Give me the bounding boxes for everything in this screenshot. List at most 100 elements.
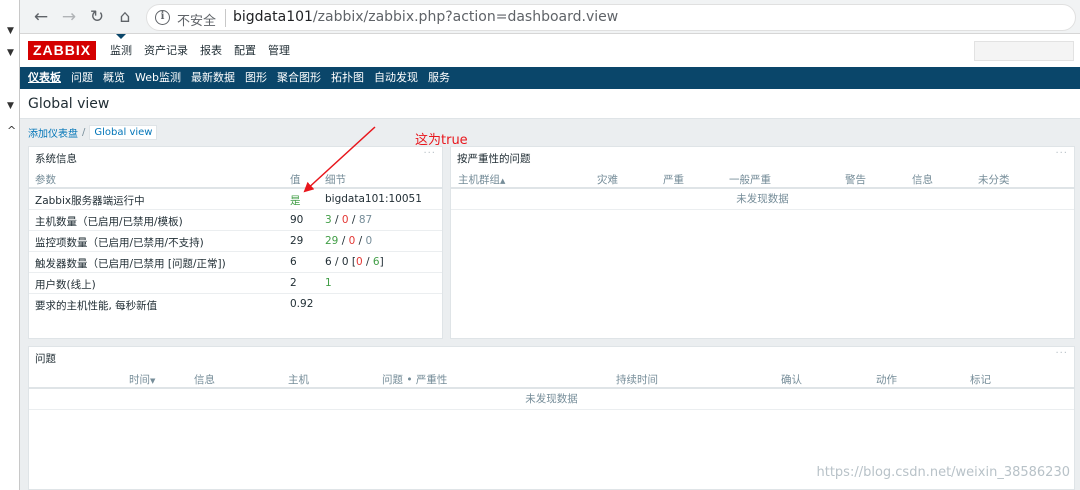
breadcrumb-add-dashboard[interactable]: 添加仪表盘 [28,125,78,140]
sort-asc-icon: ▲ [500,177,506,185]
submenu-services[interactable]: 服务 [423,67,455,89]
detail-problem: 0 [356,256,363,268]
annotation-text: 这为true [415,133,468,148]
no-data-message: 未发现数据 [451,189,1074,210]
submenu-web[interactable]: Web监测 [130,67,186,89]
main-menu: 监测 资产记录 报表 配置 管理 [104,34,296,67]
submenu-overview[interactable]: 概览 [98,67,130,89]
row-detail: bigdata101:10051 [325,193,422,205]
sub-menu: 仪表板 问题 概览 Web监测 最新数据 图形 聚合图形 拓扑图 自动发现 服务 [20,67,1080,89]
dropdown-arrow-icon[interactable]: ▼ [7,101,14,111]
row-param: 监控项数量（已启用/已禁用/不支持) [35,237,204,249]
detail-prefix: 6 / 0 [ [325,256,357,268]
row-detail: 1 [325,277,332,289]
security-label: 不安全 [177,14,217,29]
search-input[interactable] [974,41,1074,61]
column-disaster: 灾难 [597,174,618,186]
widget-title: 按严重性的问题 [457,153,531,165]
table-row: 用户数(线上) 2 1 [29,273,442,294]
dropdown-arrow-icon[interactable]: ▼ [7,26,14,36]
detail-templates: 87 [358,214,373,226]
widget-menu-icon[interactable]: ··· [423,148,436,159]
submenu-graphs[interactable]: 图形 [240,67,272,89]
detail-disabled: 0 [341,214,349,226]
row-detail: 29 / 0 / 0 [325,235,372,247]
browser-toolbar: ← → ↻ ⌂ i 不安全 bigdata101/zabbix/zabbix.p… [20,0,1080,34]
submenu-problems[interactable]: 问题 [66,67,98,89]
watermark: https://blog.csdn.net/weixin_38586230 [816,465,1070,480]
table-header: 主机群组▲ 灾难 严重 一般严重 警告 信息 未分类 [451,167,1074,189]
zabbix-logo[interactable]: ZABBIX [28,41,96,60]
url-divider [225,9,226,27]
column-hostgroup-label: 主机群组 [458,174,500,186]
detail-sep: / [348,214,359,226]
row-value: 是 [290,195,301,207]
address-bar[interactable]: i 不安全 bigdata101/zabbix/zabbix.php?actio… [146,4,1076,31]
menu-reports[interactable]: 报表 [194,34,228,67]
submenu-discovery[interactable]: 自动发现 [369,67,423,89]
submenu-latest-data[interactable]: 最新数据 [186,67,240,89]
system-info-widget: 系统信息 ··· 参数 值 细节 Zabbix服务器端运行中 是 bigdata… [28,146,443,339]
row-param: 主机数量（已启用/已禁用/模板) [35,216,183,228]
url-host: bigdata101 [233,9,313,25]
row-param: 触发器数量（已启用/已禁用 [问题/正常]) [35,258,226,270]
dropdown-arrow-icon[interactable]: ▼ [7,48,14,58]
table-row: 主机数量（已启用/已禁用/模板) 90 3 / 0 / 87 [29,210,442,231]
back-icon[interactable]: ← [30,6,52,28]
menu-monitoring[interactable]: 监测 [104,34,138,67]
menu-configuration[interactable]: 配置 [228,34,262,67]
breadcrumb-current[interactable]: Global view [89,125,158,140]
widget-menu-icon[interactable]: ··· [1055,148,1068,159]
detail-unsupported: 0 [365,235,373,247]
adjacent-window-strip: ▼ ▼ ▼ ^ [0,0,20,490]
column-duration: 持续时间 [616,374,658,386]
widget-header: 问题 ··· [29,347,1074,367]
page-title: Global view [28,96,110,112]
column-info: 信息 [912,174,933,186]
detail-sep: / [338,235,349,247]
column-warning: 警告 [845,174,866,186]
menu-administration[interactable]: 管理 [262,34,296,67]
home-icon[interactable]: ⌂ [114,6,136,28]
row-value: 2 [290,277,297,289]
row-param: Zabbix服务器端运行中 [35,195,145,207]
submenu-dashboard[interactable]: 仪表板 [23,67,66,89]
widget-header: 系统信息 ··· [29,147,442,167]
row-value: 6 [290,256,297,268]
table-header: 参数 值 细节 [29,167,442,189]
forward-icon[interactable]: → [58,6,80,28]
column-average: 一般严重 [729,174,771,186]
column-host: 主机 [288,374,309,386]
breadcrumb: 添加仪表盘 / Global view [28,125,158,140]
row-value: 90 [290,214,304,226]
menu-inventory[interactable]: 资产记录 [138,34,194,67]
detail-sep: / [362,256,373,268]
column-high: 严重 [663,174,684,186]
column-detail: 细节 [325,174,346,186]
table-row: 要求的主机性能, 每秒新值 0.92 [29,294,442,315]
problems-by-severity-widget: 按严重性的问题 ··· 主机群组▲ 灾难 严重 一般严重 警告 信息 未分类 未… [450,146,1075,339]
info-icon[interactable]: i [155,10,170,25]
column-time-label: 时间 [129,374,150,386]
collapse-up-icon[interactable]: ^ [7,124,16,137]
reload-icon[interactable]: ↻ [86,6,108,28]
table-header: 时间▼ 信息 主机 问题 • 严重性 持续时间 确认 动作 标记 [29,367,1074,389]
column-hostgroup[interactable]: 主机群组▲ [458,172,505,187]
submenu-maps[interactable]: 拓扑图 [326,67,369,89]
page-title-bar: Global view [20,89,1080,119]
widget-menu-icon[interactable]: ··· [1055,348,1068,359]
table-row: 触发器数量（已启用/已禁用 [问题/正常]) 6 6 / 0 [0 / 6] [29,252,442,273]
widget-header: 按严重性的问题 ··· [451,147,1074,167]
table-row: 监控项数量（已启用/已禁用/不支持) 29 29 / 0 / 0 [29,231,442,252]
row-value: 29 [290,235,304,247]
column-actions: 动作 [876,374,897,386]
column-ack: 确认 [781,374,802,386]
submenu-screens[interactable]: 聚合图形 [272,67,326,89]
no-data-message: 未发现数据 [29,389,1074,410]
app-header: ZABBIX 监测 资产记录 报表 配置 管理 [20,34,1080,67]
breadcrumb-separator: / [82,127,86,138]
row-detail: 3 / 0 / 87 [325,214,372,226]
column-tags: 标记 [970,374,991,386]
column-time[interactable]: 时间▼ [129,372,155,387]
url-text[interactable]: bigdata101/zabbix/zabbix.php?action=dash… [233,9,618,25]
